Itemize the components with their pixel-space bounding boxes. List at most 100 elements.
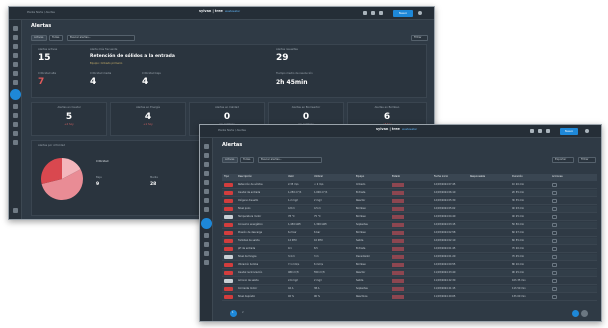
alerts-icon[interactable] bbox=[201, 218, 212, 229]
search-input[interactable]: Buscar alertas... bbox=[67, 35, 135, 41]
table-row[interactable]: Nivel pozo 4.8 m 4.5 m Bombeo 12/03/2024 05:… bbox=[222, 206, 597, 213]
user-avatar-icon[interactable] bbox=[418, 11, 422, 15]
column-header[interactable]: Duración bbox=[512, 175, 523, 178]
table-row[interactable]: Temperatura motor 78 °C 75 °C Bombeo 12/03/2… bbox=[222, 214, 597, 221]
column-header[interactable]: Equipo bbox=[356, 175, 364, 178]
tab-all[interactable]: Todas bbox=[49, 35, 63, 41]
area-card[interactable]: Alertas en Energía 4 +1 hoy bbox=[110, 102, 186, 136]
tab-active[interactable]: Activas bbox=[31, 35, 47, 41]
help-icon[interactable] bbox=[363, 11, 367, 15]
table-cell: Oxígeno disuelto bbox=[238, 199, 259, 202]
box-icon[interactable] bbox=[13, 113, 18, 118]
list-icon[interactable] bbox=[204, 189, 209, 194]
row-action-button[interactable] bbox=[552, 287, 557, 291]
document-icon[interactable] bbox=[204, 233, 209, 238]
row-action-button[interactable] bbox=[552, 263, 557, 267]
flag-icon[interactable] bbox=[204, 251, 209, 256]
column-header[interactable]: Valor bbox=[288, 175, 294, 178]
table-row[interactable]: Nivel depósito 92 % 90 % Reactivos 11/03/202… bbox=[222, 294, 597, 301]
clock-icon[interactable] bbox=[204, 260, 209, 265]
table-row[interactable]: Retención de sólidos 2.35 m/s < 2 m/s Criba… bbox=[222, 182, 597, 189]
row-action-button[interactable] bbox=[552, 279, 557, 283]
row-action-button[interactable] bbox=[552, 215, 557, 219]
table-row[interactable]: Nivel de fangos 3.4 m 3 m Decantador 12/03/2… bbox=[222, 254, 597, 261]
row-action-button[interactable] bbox=[552, 199, 557, 203]
table-row[interactable]: Caudal recirculación 480 m³/h 550 m³/h Reac… bbox=[222, 270, 597, 277]
new-button[interactable]: Nuevo bbox=[393, 10, 413, 17]
table-row[interactable]: Consumo energético 1,450 kWh 1,300 kWh Sopl… bbox=[222, 222, 597, 229]
column-header[interactable]: Responsable bbox=[470, 175, 485, 178]
users-icon[interactable] bbox=[204, 162, 209, 167]
table-row[interactable]: Amonio de salida 2.6 mg/l 2 mg/l Salida 11/0… bbox=[222, 278, 597, 285]
help-icon[interactable] bbox=[530, 129, 534, 133]
table-row[interactable]: Presión de descarga 6.2 bar 6 bar Bombeo 12/… bbox=[222, 230, 597, 237]
breadcrumb[interactable]: Planta Norte / Alertas bbox=[218, 129, 246, 133]
route-icon[interactable] bbox=[13, 53, 18, 58]
row-action-button[interactable] bbox=[552, 207, 557, 211]
scroll-down-button[interactable] bbox=[581, 310, 588, 317]
table-row[interactable]: Corriente motor 42 A 38 A Soplantes 11/03/20… bbox=[222, 286, 597, 293]
breadcrumb[interactable]: Planta Norte / Alertas bbox=[27, 11, 55, 15]
row-action-button[interactable] bbox=[552, 183, 557, 187]
table-cell: 1h 20 min bbox=[512, 183, 525, 186]
kpi-time-label: Tiempo medio de resolución bbox=[276, 72, 313, 75]
row-action-button[interactable] bbox=[552, 255, 557, 259]
clock-icon[interactable] bbox=[13, 140, 18, 145]
area-card[interactable]: Alertas en Caudal 5 +2 hoy bbox=[31, 102, 107, 136]
app-logo[interactable]: sylvan | tree bbox=[376, 127, 400, 131]
search-input[interactable]: Buscar alertas... bbox=[258, 157, 322, 163]
users-icon[interactable] bbox=[13, 44, 18, 49]
calendar-icon[interactable] bbox=[204, 198, 209, 203]
table-row[interactable]: Vibración bomba 7.1 mm/s 6 mm/s Bombeo 12/03… bbox=[222, 262, 597, 269]
criticality-pie-chart[interactable] bbox=[40, 157, 84, 201]
info-icon[interactable] bbox=[204, 180, 209, 185]
column-header[interactable]: Descripción bbox=[238, 175, 252, 178]
mail-icon[interactable] bbox=[379, 11, 383, 15]
settings-icon[interactable] bbox=[371, 11, 375, 15]
column-header[interactable]: Umbral bbox=[314, 175, 323, 178]
row-action-button[interactable] bbox=[552, 223, 557, 227]
settings-icon[interactable] bbox=[538, 129, 542, 133]
column-header[interactable]: Acciones bbox=[552, 175, 563, 178]
calendar-icon[interactable] bbox=[13, 80, 18, 85]
row-action-button[interactable] bbox=[552, 247, 557, 251]
table-row[interactable]: Oxígeno disuelto 1.2 mg/l 2 mg/l Reactor 12/… bbox=[222, 198, 597, 205]
row-action-button[interactable] bbox=[552, 295, 557, 299]
table-cell: Soplantes bbox=[356, 287, 368, 290]
filter-button[interactable]: Filtrar bbox=[578, 157, 596, 163]
alerts-icon[interactable] bbox=[10, 89, 21, 100]
list-icon[interactable] bbox=[13, 71, 18, 76]
row-action-button[interactable] bbox=[552, 271, 557, 275]
row-action-button[interactable] bbox=[552, 191, 557, 195]
tab-active[interactable]: Activas bbox=[222, 157, 238, 163]
home-icon[interactable] bbox=[204, 144, 209, 149]
export-button[interactable]: Exportar bbox=[552, 157, 574, 163]
filter-button[interactable]: Filtrar bbox=[411, 35, 428, 41]
column-header[interactable]: Estado bbox=[392, 175, 400, 178]
flag-icon[interactable] bbox=[13, 131, 18, 136]
document-icon[interactable] bbox=[13, 104, 18, 109]
scroll-up-button[interactable] bbox=[572, 310, 579, 317]
table-row[interactable]: Turbidez de salida 12 NTU 10 NTU Salida 12/0… bbox=[222, 238, 597, 245]
mail-icon[interactable] bbox=[546, 129, 550, 133]
new-button[interactable]: Nuevo bbox=[560, 128, 578, 135]
user-avatar-icon[interactable] bbox=[585, 129, 589, 133]
chart-icon[interactable] bbox=[13, 122, 18, 127]
box-icon[interactable] bbox=[204, 242, 209, 247]
info-icon[interactable] bbox=[13, 62, 18, 67]
column-header[interactable]: Fecha inicio bbox=[434, 175, 448, 178]
route-icon[interactable] bbox=[204, 171, 209, 176]
shield-icon[interactable] bbox=[204, 153, 209, 158]
home-icon[interactable] bbox=[13, 26, 18, 31]
app-logo[interactable]: sylvan | tree bbox=[199, 9, 223, 13]
row-action-button[interactable] bbox=[552, 239, 557, 243]
table-row[interactable]: Caudal de entrada 1,250 m³/h 1,000 m³/h Ent… bbox=[222, 190, 597, 197]
page-next[interactable]: 2 bbox=[242, 311, 244, 315]
row-action-button[interactable] bbox=[552, 231, 557, 235]
chart-icon[interactable] bbox=[204, 207, 209, 212]
tab-all[interactable]: Todas bbox=[240, 157, 254, 163]
table-row[interactable]: pH de entrada 9.1 8.5 Entrada 12/03/2024 01:… bbox=[222, 246, 597, 253]
shield-icon[interactable] bbox=[13, 35, 18, 40]
gear-icon[interactable] bbox=[13, 208, 18, 213]
column-header[interactable]: Tipo bbox=[224, 175, 229, 178]
